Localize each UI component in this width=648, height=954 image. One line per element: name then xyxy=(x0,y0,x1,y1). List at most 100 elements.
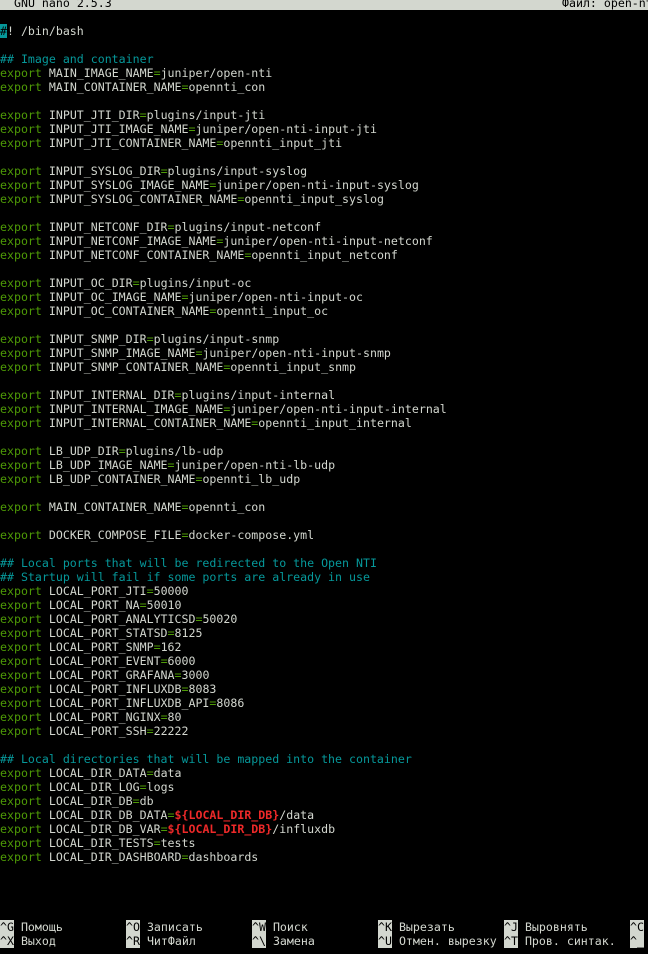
assign-operator: = xyxy=(160,164,168,178)
code-line: ## Local ports that will be redirected t… xyxy=(0,556,648,570)
code-line: export INPUT_INTERNAL_DIR=plugins/input-… xyxy=(0,388,648,402)
code-line: export LB_UDP_IMAGE_NAME=juniper/open-nt… xyxy=(0,458,648,472)
export-keyword: export xyxy=(0,528,42,542)
variable-name: LOCAL_DIR_DB_VAR xyxy=(48,822,161,836)
shortcut-item[interactable]: ^X Выход xyxy=(0,934,56,948)
export-keyword: export xyxy=(0,276,42,290)
export-keyword: export xyxy=(0,472,42,486)
export-keyword: export xyxy=(0,808,42,822)
code-line: export LOCAL_DIR_DB_DATA=${LOCAL_DIR_DB}… xyxy=(0,808,648,822)
shortcut-label: ЧитФайл xyxy=(146,934,196,948)
text-cursor: # xyxy=(0,24,7,38)
assign-operator: = xyxy=(146,584,154,598)
variable-value: juniper/open-nti-input-netconf xyxy=(223,234,433,248)
export-keyword: export xyxy=(0,332,42,346)
export-keyword: export xyxy=(0,822,42,836)
shortcut-item[interactable]: ^\ Замена xyxy=(252,934,315,948)
variable-name: LOCAL_DIR_DB xyxy=(48,794,133,808)
variable-name: INPUT_INTERNAL_CONTAINER_NAME xyxy=(48,416,252,430)
export-keyword: export xyxy=(0,724,42,738)
code-line: export LOCAL_PORT_SSH=22222 xyxy=(0,724,648,738)
shortcut-item[interactable]: ^U Отмен. вырезку xyxy=(378,934,497,948)
export-keyword: export xyxy=(0,136,42,150)
shortcut-item[interactable]: ^W Поиск xyxy=(252,920,308,934)
variable-value: /data xyxy=(279,808,315,822)
code-line: ## Startup will fail if some ports are a… xyxy=(0,570,648,584)
shortcut-item[interactable]: ^_ xyxy=(630,934,644,948)
code-line: export LOCAL_PORT_STATSD=8125 xyxy=(0,626,648,640)
shortcut-item[interactable]: ^R ЧитФайл xyxy=(126,934,196,948)
shortcut-key: ^R xyxy=(126,934,140,948)
code-line: export INPUT_JTI_CONTAINER_NAME=opennti_… xyxy=(0,136,648,150)
assign-operator: = xyxy=(139,598,147,612)
code-line: export INPUT_OC_IMAGE_NAME=juniper/open-… xyxy=(0,290,648,304)
variable-name: LOCAL_DIR_DASHBOARD xyxy=(48,850,182,864)
code-line: export LB_UDP_DIR=plugins/lb-udp xyxy=(0,444,648,458)
assign-operator: = xyxy=(167,220,175,234)
variable-value: 22222 xyxy=(153,724,189,738)
shortcut-key: ^O xyxy=(126,920,140,934)
variable-value: juniper/open-nti-input-syslog xyxy=(216,178,419,192)
app-title: GNU nano 2.5.3 xyxy=(14,0,112,10)
shortcut-label: Поиск xyxy=(272,920,308,934)
export-keyword: export xyxy=(0,794,42,808)
variable-name: INPUT_JTI_CONTAINER_NAME xyxy=(48,136,217,150)
assign-operator: = xyxy=(160,654,168,668)
variable-name: LOCAL_PORT_NA xyxy=(48,598,140,612)
variable-name: LOCAL_DIR_DB_DATA xyxy=(48,808,168,822)
shortcut-item[interactable]: ^O Записать xyxy=(126,920,203,934)
variable-name: LOCAL_PORT_INFLUXDB_API xyxy=(48,696,210,710)
export-keyword: export xyxy=(0,80,42,94)
code-line: export INPUT_JTI_IMAGE_NAME=juniper/open… xyxy=(0,122,648,136)
shortcut-item[interactable]: ^T Пров. синтак. xyxy=(504,934,616,948)
shortcut-label: Отмен. вырезку xyxy=(398,934,497,948)
variable-name: INPUT_OC_DIR xyxy=(48,276,133,290)
code-line: export MAIN_IMAGE_NAME=juniper/open-nti xyxy=(0,66,648,80)
export-keyword: export xyxy=(0,780,42,794)
export-keyword: export xyxy=(0,402,42,416)
export-keyword: export xyxy=(0,598,42,612)
shortcut-bar: ^G Помощь ^O Записать ^W Поиск ^K Вырезать ^… xyxy=(0,920,648,948)
export-keyword: export xyxy=(0,178,42,192)
shortcut-item[interactable]: ^G Помощь xyxy=(0,920,63,934)
code-line: ## Local directories that will be mapped… xyxy=(0,752,648,766)
variable-value: opennti_input_oc xyxy=(216,304,329,318)
variable-name: DOCKER_COMPOSE_FILE xyxy=(48,528,182,542)
variable-value: 8083 xyxy=(188,682,217,696)
shortcut-key: ^G xyxy=(0,920,14,934)
variable-name: LOCAL_DIR_TESTS xyxy=(48,836,154,850)
assign-operator: = xyxy=(132,276,140,290)
editor-text-area[interactable]: #! /bin/bash ## Image and container export… xyxy=(0,24,648,864)
variable-name: LB_UDP_IMAGE_NAME xyxy=(48,458,168,472)
assign-operator: = xyxy=(167,458,175,472)
variable-name: INPUT_JTI_IMAGE_NAME xyxy=(48,122,189,136)
code-line: export INPUT_OC_DIR=plugins/input-oc xyxy=(0,276,648,290)
variable-name: INPUT_JTI_DIR xyxy=(48,108,140,122)
export-keyword: export xyxy=(0,584,42,598)
shortcut-item[interactable]: ^C xyxy=(630,920,644,934)
shortcut-item[interactable]: ^J Выровнять xyxy=(504,920,588,934)
export-keyword: export xyxy=(0,682,42,696)
code-line: export INPUT_OC_CONTAINER_NAME=opennti_i… xyxy=(0,304,648,318)
code-line: export LOCAL_DIR_LOG=logs xyxy=(0,780,648,794)
comment-text: ## Startup will fail if some ports are a… xyxy=(0,570,370,584)
variable-value: logs xyxy=(146,780,175,794)
comment-text: ## Image and container xyxy=(0,52,154,66)
variable-expansion: ${LOCAL_DIR_DB} xyxy=(167,822,273,836)
variable-name: MAIN_CONTAINER_NAME xyxy=(48,500,182,514)
variable-value: juniper/open-nti-input-jti xyxy=(195,122,377,136)
shortcut-label: Выход xyxy=(20,934,56,948)
code-line: export INPUT_NETCONF_IMAGE_NAME=juniper/… xyxy=(0,234,648,248)
assign-operator: = xyxy=(174,388,182,402)
code-line: export INPUT_SNMP_CONTAINER_NAME=opennti… xyxy=(0,360,648,374)
variable-value: opennti_input_syslog xyxy=(244,192,384,206)
variable-name: MAIN_CONTAINER_NAME xyxy=(48,80,182,94)
variable-name: LB_UDP_CONTAINER_NAME xyxy=(48,472,196,486)
shortcut-key: ^\ xyxy=(252,934,266,948)
assign-operator: = xyxy=(118,444,126,458)
shortcut-item[interactable]: ^K Вырезать xyxy=(378,920,455,934)
export-keyword: export xyxy=(0,248,42,262)
